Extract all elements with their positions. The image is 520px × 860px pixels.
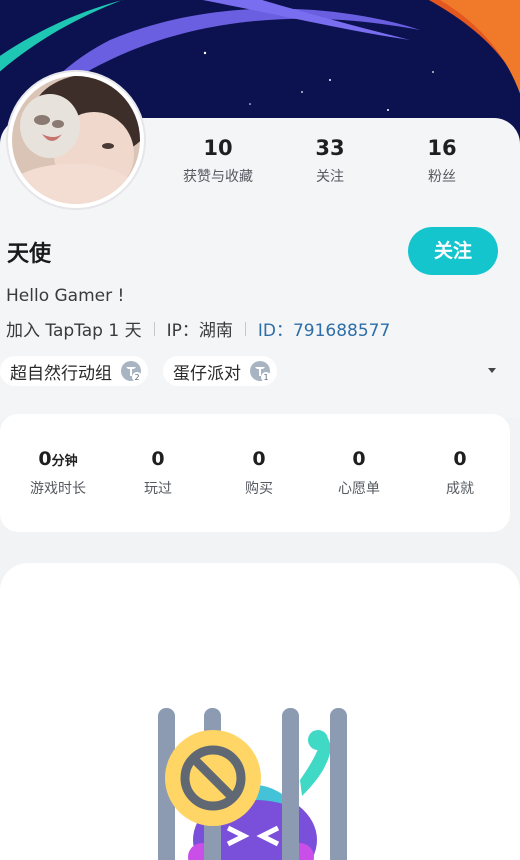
playtime-value-wrap: 0分钟 (8, 448, 108, 470)
stat-wishlist[interactable]: 0 心愿单 (309, 448, 409, 498)
stat-played[interactable]: 0 玩过 (108, 448, 208, 498)
stat-likes-favorites[interactable]: 10 获赞与收藏 (163, 136, 273, 186)
bought-label: 购买 (245, 481, 273, 497)
stat-fans[interactable]: 16 粉丝 (387, 136, 497, 186)
avatar-photo (12, 76, 140, 204)
stat-likes-label: 获赞与收藏 (183, 169, 253, 185)
wishlist-label: 心愿单 (338, 481, 380, 497)
achievements-label: 成就 (446, 481, 474, 497)
avatar[interactable] (12, 76, 140, 204)
wishlist-value: 0 (352, 448, 366, 470)
username: 天使 (7, 242, 52, 267)
badge-level: 2 (134, 373, 139, 382)
game-tag-label: 超自然行动组 (10, 363, 112, 384)
game-tag[interactable]: 蛋仔派对 1 (163, 356, 277, 386)
profile-meta: 加入 TapTap 1 天 IP：湖南 ID：791688577 (6, 316, 390, 341)
tap-level-badge-icon: 2 (121, 361, 142, 382)
played-label: 玩过 (144, 481, 172, 497)
playtime-unit: 分钟 (51, 454, 78, 469)
played-value: 0 (151, 448, 165, 470)
ip-location: IP：湖南 (166, 321, 233, 341)
dropdown-caret-icon[interactable] (488, 368, 496, 373)
stat-following-value: 33 (315, 136, 345, 160)
tap-level-badge-icon: 1 (250, 361, 271, 382)
game-tag-label: 蛋仔派对 (173, 363, 241, 384)
playtime-value: 0 (38, 448, 52, 470)
game-tag[interactable]: 超自然行动组 2 (0, 356, 148, 386)
stat-following[interactable]: 33 关注 (275, 136, 385, 186)
stat-fans-value: 16 (427, 136, 457, 160)
joined-text: 加入 TapTap 1 天 (6, 321, 142, 341)
playtime-label: 游戏时长 (30, 481, 86, 497)
stat-likes-value: 10 (203, 136, 233, 160)
user-id[interactable]: ID：791688577 (258, 316, 390, 341)
badge-level: 1 (263, 373, 268, 382)
stat-bought[interactable]: 0 购买 (209, 448, 309, 498)
achievements-value: 0 (453, 448, 467, 470)
stat-fans-label: 粉丝 (428, 169, 456, 185)
meta-divider (153, 321, 155, 336)
meta-divider (244, 321, 246, 336)
bought-value: 0 (252, 448, 266, 470)
game-stats-panel: 0分钟 游戏时长 0 玩过 0 购买 0 心愿单 0 成就 (0, 414, 510, 532)
follow-button[interactable]: 关注 (408, 227, 498, 275)
stat-following-label: 关注 (316, 169, 344, 185)
no-content-cage-illustration (158, 708, 347, 860)
stat-achievements[interactable]: 0 成就 (410, 448, 510, 498)
bio-text: Hello Gamer ! (6, 286, 125, 306)
stat-playtime[interactable]: 0分钟 游戏时长 (8, 448, 108, 498)
